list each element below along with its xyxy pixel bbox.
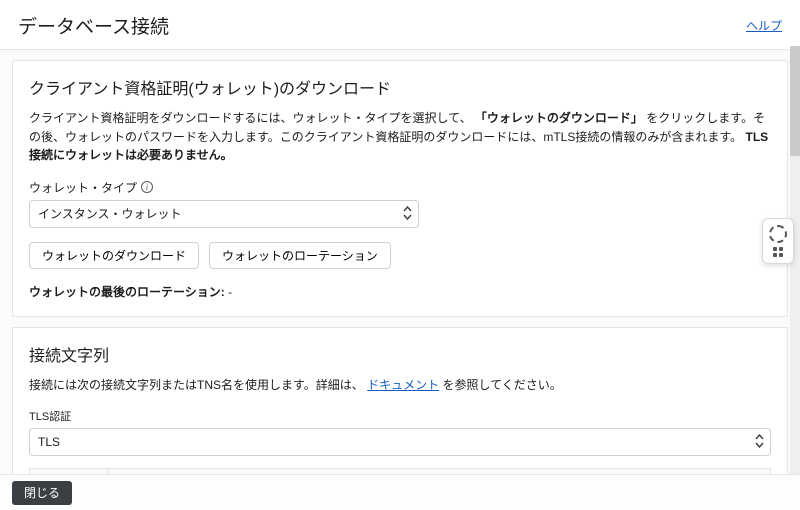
connection-string-title: 接続文字列 [29,342,771,366]
tls-auth-label: TLS認証 [29,408,771,424]
documentation-link[interactable]: ドキュメント [367,378,439,392]
connection-string-card: 接続文字列 接続には次の接続文字列またはTNS名を使用します。詳細は、 ドキュメ… [12,327,788,480]
tls-auth-value: TLS [38,435,60,449]
wallet-card-desc: クライアント資格証明をダウンロードするには、ウォレット・タイプを選択して、 「ウ… [29,109,771,165]
wallet-type-value: インスタンス・ウォレット [38,205,182,222]
last-rotation-line: ウォレットの最後のローテーション: - [29,283,771,300]
chevron-updown-icon [403,206,412,222]
wallet-card-title: クライアント資格証明(ウォレット)のダウンロード [29,75,771,99]
wallet-type-label: ウォレット・タイプ i [29,179,771,196]
connection-string-desc: 接続には次の接続文字列またはTNS名を使用します。詳細は、 ドキュメント を参照… [29,376,771,395]
close-button[interactable]: 閉じる [12,481,72,505]
lifesaver-icon [769,225,787,243]
chevron-updown-icon [755,434,764,450]
wallet-card: クライアント資格証明(ウォレット)のダウンロード クライアント資格証明をダウンロ… [12,60,788,317]
download-wallet-button[interactable]: ウォレットのダウンロード [29,242,199,269]
scrollbar-thumb[interactable] [790,46,800,156]
info-icon[interactable]: i [141,181,153,193]
wallet-type-select[interactable]: インスタンス・ウォレット [29,200,419,228]
help-float-widget[interactable] [762,218,794,264]
page-title: データベース接続 [18,12,169,39]
rotate-wallet-button[interactable]: ウォレットのローテーション [209,242,391,269]
help-link[interactable]: ヘルプ [746,17,782,34]
tls-auth-select[interactable]: TLS [29,428,771,456]
grid-icon [773,247,783,257]
